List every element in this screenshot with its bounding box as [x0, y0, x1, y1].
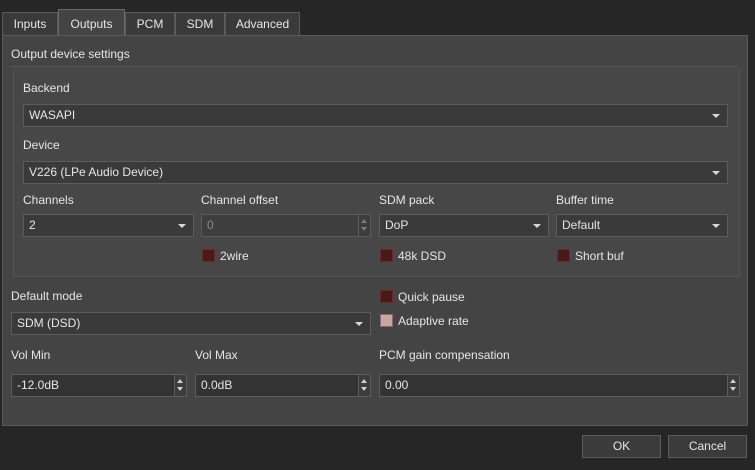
spin-buttons[interactable] [358, 215, 370, 236]
channels-value: 2 [29, 218, 36, 232]
chevron-down-icon [355, 322, 363, 326]
backend-value: WASAPI [29, 108, 76, 122]
sdm-pack-label: SDM pack [379, 193, 435, 207]
short-buf-label: Short buf [575, 249, 624, 263]
tab-advanced[interactable]: Advanced [225, 12, 300, 35]
quick-pause-checkbox[interactable] [380, 290, 393, 303]
vol-max-value: 0.0dB [201, 378, 233, 392]
device-value: V226 (LPe Audio Device) [29, 165, 164, 179]
chevron-down-icon [712, 224, 720, 228]
dsd48k-label: 48k DSD [398, 249, 447, 263]
dsd48k-checkbox[interactable] [380, 249, 393, 262]
group-title: Output device settings [11, 47, 130, 61]
spin-up-icon [177, 379, 183, 383]
spin-up-icon [361, 219, 367, 223]
spin-buttons[interactable] [174, 375, 186, 396]
ok-button[interactable]: OK [582, 435, 661, 458]
chevron-down-icon [712, 114, 720, 118]
tab-sdm[interactable]: SDM [175, 12, 225, 35]
pcm-gain-value: 0.00 [385, 378, 409, 392]
device-select[interactable]: V226 (LPe Audio Device) [23, 161, 728, 184]
vol-max-spinbox[interactable]: 0.0dB [195, 374, 371, 397]
quick-pause-label: Quick pause [398, 290, 465, 304]
spin-down-icon [730, 387, 736, 391]
channel-offset-spinbox[interactable]: 0 [201, 214, 371, 237]
buffer-time-value: Default [562, 218, 601, 232]
buffer-time-select[interactable]: Default [556, 214, 728, 237]
backend-label: Backend [23, 81, 70, 95]
vol-min-label: Vol Min [11, 348, 51, 362]
chevron-down-icon [178, 224, 186, 228]
spin-buttons[interactable] [727, 375, 739, 396]
channel-offset-label: Channel offset [201, 193, 279, 207]
sdm-pack-select[interactable]: DoP [379, 214, 549, 237]
spin-up-icon [730, 379, 736, 383]
chevron-down-icon [712, 171, 720, 175]
cancel-button[interactable]: Cancel [668, 435, 747, 458]
device-label: Device [23, 138, 60, 152]
chevron-down-icon [533, 224, 541, 228]
channel-offset-value: 0 [207, 218, 214, 232]
spin-buttons[interactable] [358, 375, 370, 396]
vol-min-value: -12.0dB [17, 378, 60, 392]
channels-select[interactable]: 2 [23, 214, 194, 237]
buffer-time-label: Buffer time [556, 193, 614, 207]
twowire-label: 2wire [220, 249, 249, 263]
adaptive-rate-checkbox[interactable] [380, 314, 393, 327]
pcm-gain-spinbox[interactable]: 0.00 [379, 374, 740, 397]
tab-pcm[interactable]: PCM [125, 12, 175, 35]
default-mode-value: SDM (DSD) [17, 316, 81, 330]
default-mode-select[interactable]: SDM (DSD) [11, 312, 371, 335]
spin-down-icon [361, 227, 367, 231]
spin-up-icon [361, 379, 367, 383]
backend-select[interactable]: WASAPI [23, 104, 728, 127]
adaptive-rate-label: Adaptive rate [398, 314, 469, 328]
twowire-checkbox[interactable] [202, 249, 215, 262]
channels-label: Channels [23, 193, 74, 207]
tab-outputs[interactable]: Outputs [58, 9, 125, 36]
sdm-pack-value: DoP [385, 218, 409, 232]
spin-down-icon [177, 387, 183, 391]
vol-max-label: Vol Max [195, 348, 238, 362]
pcm-gain-label: PCM gain compensation [379, 348, 510, 362]
spin-down-icon [361, 387, 367, 391]
short-buf-checkbox[interactable] [557, 249, 570, 262]
default-mode-label: Default mode [11, 289, 83, 303]
vol-min-spinbox[interactable]: -12.0dB [11, 374, 187, 397]
tab-inputs[interactable]: Inputs [2, 12, 58, 35]
